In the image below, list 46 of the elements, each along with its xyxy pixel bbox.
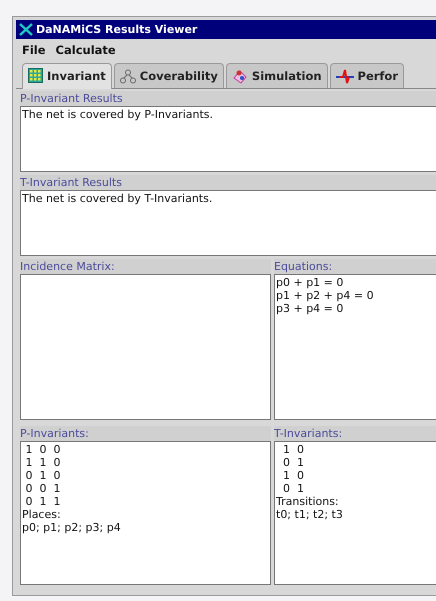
equation-line: p1 + p2 + p4 = 0 bbox=[276, 289, 375, 302]
window-title: DaNAMiCS Results Viewer bbox=[36, 23, 198, 36]
section-label: T-Invariant Results bbox=[20, 175, 436, 190]
p-invariants-text-area[interactable]: 1 0 0 1 1 0 0 1 0 0 0 1 0 1 1 Places: p0; p1; p2; p3; p4 bbox=[20, 441, 271, 585]
text-line: 0 1 0 bbox=[24, 469, 62, 482]
tab[interactable]: Perfor bbox=[330, 63, 404, 88]
text-line: 1 0 bbox=[282, 469, 305, 482]
equations-text-area[interactable]: p0 + p1 = 0 p1 + p2 + p4 = 0 p3 + p4 = 0 bbox=[274, 274, 436, 420]
matrix-text-area[interactable] bbox=[20, 274, 271, 420]
text-line: 1 1 0 bbox=[24, 456, 62, 469]
nodes-icon bbox=[120, 68, 136, 84]
text-line: 0 0 1 bbox=[24, 482, 62, 495]
tab-label: Coverability bbox=[140, 69, 218, 83]
tab[interactable]: Simulation bbox=[226, 63, 328, 88]
menu-item[interactable]: File bbox=[22, 43, 46, 57]
pulse-icon bbox=[336, 68, 354, 84]
text-line: p0; p1; p2; p3; p4 bbox=[22, 521, 122, 534]
result-text-area[interactable]: The net is covered by P-Invariants. bbox=[20, 106, 436, 172]
menu-item[interactable]: Calculate bbox=[56, 43, 116, 57]
shapes-icon bbox=[232, 68, 248, 84]
text-line: Places: bbox=[22, 508, 62, 521]
section-label: P-Invariant Results bbox=[20, 91, 436, 106]
equation-line: p3 + p4 = 0 bbox=[276, 302, 344, 315]
text-line: Transitions: bbox=[276, 495, 340, 508]
t-invariants-text-area[interactable]: 1 0 0 1 1 0 0 1 Transitions: t0; t1; t2; t3 bbox=[274, 441, 436, 585]
section-label: Equations: bbox=[274, 259, 436, 274]
text-line: 0 1 bbox=[282, 482, 305, 495]
tab[interactable]: Coverability bbox=[114, 63, 224, 88]
tab-label: Invariant bbox=[47, 68, 106, 82]
text-line: 1 0 bbox=[282, 443, 305, 456]
x-logo-icon bbox=[19, 23, 33, 36]
result-text-area[interactable]: The net is covered by T-Invariants. bbox=[20, 190, 436, 256]
result-text: The net is covered by T-Invariants. bbox=[22, 192, 214, 205]
text-line: 1 0 0 bbox=[24, 443, 62, 456]
text-line: t0; t1; t2; t3 bbox=[276, 508, 344, 521]
result-text: The net is covered by P-Invariants. bbox=[22, 108, 214, 121]
section-label: T-Invariants: bbox=[274, 426, 436, 441]
section-label: Incidence Matrix: bbox=[20, 259, 271, 274]
text-line: 0 1 bbox=[282, 456, 305, 469]
tab[interactable]: Invariant bbox=[22, 63, 112, 89]
text-line: 0 1 1 bbox=[24, 495, 62, 508]
equation-line: p0 + p1 = 0 bbox=[276, 276, 344, 289]
section-label: P-Invariants: bbox=[20, 426, 271, 441]
grid-icon bbox=[28, 68, 43, 83]
tab-label: Simulation bbox=[252, 69, 322, 83]
tab-label: Perfor bbox=[358, 69, 398, 83]
